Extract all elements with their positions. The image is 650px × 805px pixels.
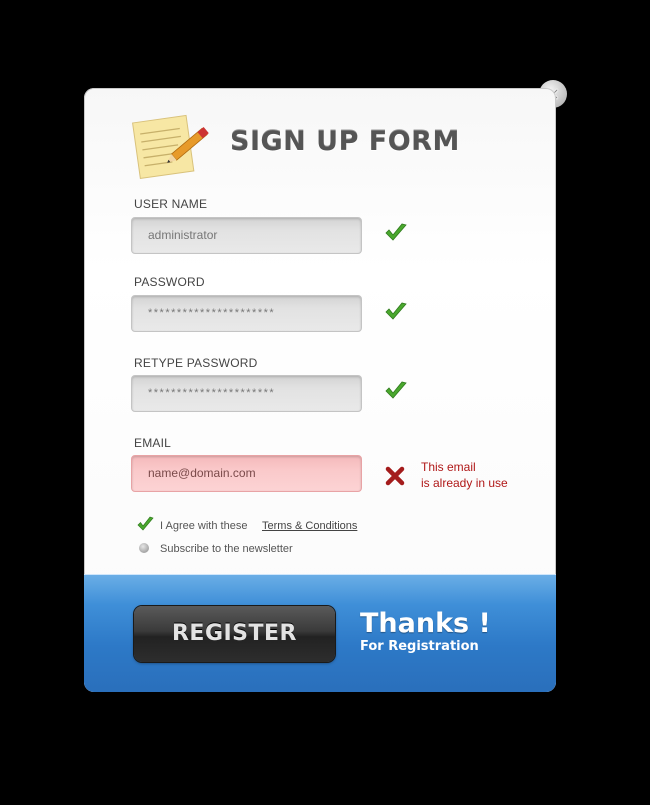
agree-checkbox[interactable] — [137, 516, 154, 533]
newsletter-radio[interactable] — [139, 543, 149, 553]
password-field[interactable]: ********************** — [131, 295, 362, 332]
email-error-line1: This email — [421, 460, 476, 474]
username-field[interactable]: administrator — [131, 217, 362, 254]
email-error-line2: is already in use — [421, 476, 508, 490]
thanks-title: Thanks ! — [360, 608, 491, 639]
email-label: EMAIL — [134, 436, 172, 450]
retype-password-label: RETYPE PASSWORD — [134, 356, 258, 370]
register-button[interactable]: REGISTER — [134, 606, 335, 662]
notepad-pencil-icon — [132, 114, 209, 180]
checkmark-icon — [385, 381, 407, 399]
newsletter-label[interactable]: Subscribe to the newsletter — [160, 543, 293, 555]
signup-form-card: SIGN UP FORM USER NAME administrator PAS… — [84, 88, 556, 692]
form-footer: REGISTER Thanks ! For Registration — [84, 574, 556, 692]
terms-link[interactable]: Terms & Conditions — [262, 520, 357, 532]
form-title: SIGN UP FORM — [230, 126, 460, 157]
checkmark-icon — [385, 302, 407, 320]
checkmark-icon — [385, 223, 407, 241]
agree-text: I Agree with these — [160, 520, 248, 532]
password-label: PASSWORD — [134, 275, 205, 289]
error-x-icon — [385, 466, 405, 486]
email-field[interactable]: name@domain.com — [131, 455, 362, 492]
username-label: USER NAME — [134, 197, 208, 211]
retype-password-field[interactable]: ********************** — [131, 375, 362, 412]
thanks-subtitle: For Registration — [360, 639, 479, 654]
email-error-message: This email is already in use — [421, 459, 508, 491]
